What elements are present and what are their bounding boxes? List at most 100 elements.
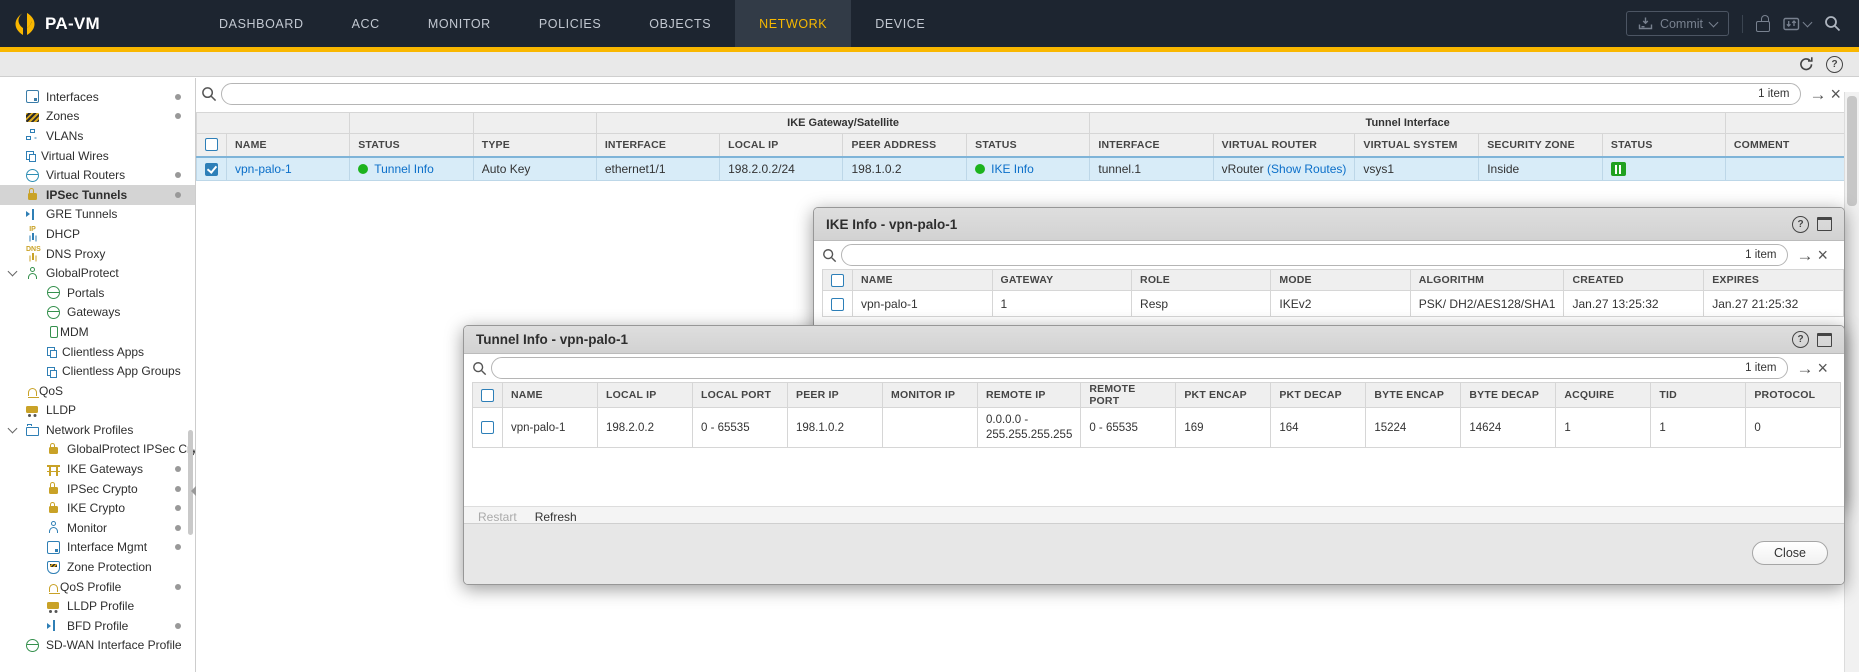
ike-sa-row[interactable]: vpn-palo-1 1 Resp IKEv2 PSK/ DH2/AES128/… — [823, 291, 1844, 317]
sidebar-item-monitor[interactable]: Monitor — [0, 518, 195, 538]
sidebar-item-portals[interactable]: Portals — [0, 283, 195, 303]
tunnel-name-link[interactable]: vpn-palo-1 — [235, 162, 292, 176]
sidebar-item-ike-crypto[interactable]: IKE Crypto — [0, 498, 195, 518]
sidebar-item-globalprotect-ipsec-crypto[interactable]: GlobalProtect IPSec Crypto — [0, 440, 195, 460]
apply-filter-arrow-icon[interactable]: → — [1796, 360, 1813, 377]
col-pkt-decap[interactable]: PKT DECAP — [1271, 383, 1366, 408]
sidebar-item-vlans[interactable]: VLANs — [0, 126, 195, 146]
col-name[interactable]: NAME — [853, 270, 993, 291]
select-all-cell[interactable] — [197, 134, 227, 157]
config-sync-control[interactable] — [1783, 17, 1811, 31]
global-search-icon[interactable] — [1824, 15, 1841, 32]
nav-tab-acc[interactable]: ACC — [328, 0, 404, 47]
select-all-checkbox[interactable] — [205, 138, 218, 151]
sidebar-item-bfd-profile[interactable]: BFD Profile — [0, 616, 195, 636]
col-peer-ip[interactable]: PEER IP — [788, 383, 883, 408]
restart-button[interactable]: Restart — [478, 510, 517, 524]
col-name[interactable]: NAME — [227, 134, 350, 157]
ike-dialog-title-bar[interactable]: IKE Info - vpn-palo-1 ? — [814, 208, 1844, 241]
help-icon[interactable]: ? — [1792, 216, 1809, 233]
sidebar-item-sd-wan-interface-profile[interactable]: SD-WAN Interface Profile — [0, 636, 195, 656]
row-checkbox[interactable] — [481, 421, 494, 434]
apply-filter-arrow-icon[interactable]: → — [1796, 247, 1813, 264]
help-icon[interactable]: ? — [1826, 56, 1843, 73]
sidebar-item-lldp[interactable]: LLDP — [0, 401, 195, 421]
sidebar-item-clientless-app-groups[interactable]: Clientless App Groups — [0, 361, 195, 381]
sidebar-item-zones[interactable]: Zones — [0, 107, 195, 127]
col-monitor-ip[interactable]: MONITOR IP — [883, 383, 978, 408]
row-select-cell[interactable] — [823, 291, 853, 317]
sidebar-item-dhcp[interactable]: DHCP — [0, 224, 195, 244]
row-select-cell[interactable] — [473, 408, 503, 448]
col-acquire[interactable]: ACQUIRE — [1556, 383, 1651, 408]
sidebar-item-ike-gateways[interactable]: IKE Gateways — [0, 459, 195, 479]
clear-filter-icon[interactable]: × — [1817, 246, 1828, 264]
select-all-checkbox[interactable] — [481, 389, 494, 402]
col-local-port[interactable]: LOCAL PORT — [693, 383, 788, 408]
col-comment[interactable]: COMMENT — [1725, 134, 1858, 157]
refresh-button[interactable]: Refresh — [535, 510, 577, 524]
select-all-cell[interactable] — [823, 270, 853, 291]
col-local-ip[interactable]: LOCAL IP — [598, 383, 693, 408]
clear-filter-icon[interactable]: × — [1817, 359, 1828, 377]
close-button[interactable]: Close — [1752, 541, 1828, 565]
col-protocol[interactable]: PROTOCOL — [1746, 383, 1841, 408]
sidebar-item-interface-mgmt[interactable]: Interface Mgmt — [0, 538, 195, 558]
commit-button[interactable]: Commit — [1626, 11, 1729, 36]
window-restore-icon[interactable] — [1817, 217, 1832, 231]
nav-tab-objects[interactable]: OBJECTS — [625, 0, 735, 47]
sidebar-item-gateways[interactable]: Gateways — [0, 303, 195, 323]
sidebar-item-ipsec-tunnels[interactable]: IPSec Tunnels — [0, 185, 195, 205]
apply-filter-arrow-icon[interactable]: → — [1809, 86, 1826, 103]
col-security-zone[interactable]: SECURITY ZONE — [1479, 134, 1603, 157]
chevron-down-icon[interactable] — [8, 267, 18, 277]
row-checkbox-checked[interactable] — [205, 163, 218, 176]
sidebar-item-network-profiles[interactable]: Network Profiles — [0, 420, 195, 440]
col-gateway[interactable]: GATEWAY — [992, 270, 1132, 291]
refresh-icon[interactable] — [1798, 56, 1815, 72]
nav-tab-device[interactable]: DEVICE — [851, 0, 949, 47]
sidebar-item-virtual-routers[interactable]: Virtual Routers — [0, 165, 195, 185]
nav-tab-dashboard[interactable]: DASHBOARD — [195, 0, 328, 47]
col-name[interactable]: NAME — [503, 383, 598, 408]
col-peer-address[interactable]: PEER ADDRESS — [843, 134, 967, 157]
tunnel-search-input[interactable] — [503, 360, 1745, 376]
tunnel-dialog-title-bar[interactable]: Tunnel Info - vpn-palo-1 ? — [464, 326, 1844, 354]
col-created[interactable]: CREATED — [1564, 270, 1704, 291]
nav-tab-policies[interactable]: POLICIES — [515, 0, 625, 47]
sidebar-item-gre-tunnels[interactable]: GRE Tunnels — [0, 205, 195, 225]
sidebar-item-interfaces[interactable]: Interfaces — [0, 87, 195, 107]
sidebar-item-mdm[interactable]: MDM — [0, 322, 195, 342]
select-all-checkbox[interactable] — [831, 274, 844, 287]
sidebar-item-virtual-wires[interactable]: Virtual Wires — [0, 146, 195, 166]
col-ike-status[interactable]: STATUS — [967, 134, 1090, 157]
clear-filter-icon[interactable]: × — [1830, 85, 1841, 103]
nav-tab-network[interactable]: NETWORK — [735, 0, 851, 47]
help-icon[interactable]: ? — [1792, 331, 1809, 348]
tunnel-sa-row[interactable]: vpn-palo-1 198.2.0.2 0 - 65535 198.1.0.2… — [473, 408, 1841, 448]
sidebar-scrollbar[interactable] — [188, 430, 193, 535]
col-local-ip[interactable]: LOCAL IP — [720, 134, 843, 157]
ike-search-input[interactable] — [853, 247, 1745, 263]
row-checkbox[interactable] — [831, 298, 844, 311]
window-restore-icon[interactable] — [1817, 333, 1832, 347]
sidebar-item-qos[interactable]: QoS — [0, 381, 195, 401]
col-status[interactable]: STATUS — [350, 134, 474, 157]
col-ike-interface[interactable]: INTERFACE — [596, 134, 719, 157]
sidebar-item-lldp-profile[interactable]: LLDP Profile — [0, 596, 195, 616]
show-routes-link[interactable]: (Show Routes) — [1267, 162, 1346, 176]
chevron-down-icon[interactable] — [8, 424, 18, 434]
col-remote-ip[interactable]: REMOTE IP — [978, 383, 1081, 408]
col-type[interactable]: TYPE — [473, 134, 596, 157]
col-byte-encap[interactable]: BYTE ENCAP — [1366, 383, 1461, 408]
nav-tab-monitor[interactable]: MONITOR — [404, 0, 515, 47]
sidebar-item-qos-profile[interactable]: QoS Profile — [0, 577, 195, 597]
col-mode[interactable]: MODE — [1271, 270, 1410, 291]
ike-info-link[interactable]: IKE Info — [991, 162, 1034, 176]
sidebar-item-ipsec-crypto[interactable]: IPSec Crypto — [0, 479, 195, 499]
col-expires[interactable]: EXPIRES — [1704, 270, 1844, 291]
sidebar-item-clientless-apps[interactable]: Clientless Apps — [0, 342, 195, 362]
col-role[interactable]: ROLE — [1132, 270, 1271, 291]
search-input[interactable] — [233, 86, 1758, 102]
sidebar-item-zone-protection[interactable]: Zone Protection — [0, 557, 195, 577]
